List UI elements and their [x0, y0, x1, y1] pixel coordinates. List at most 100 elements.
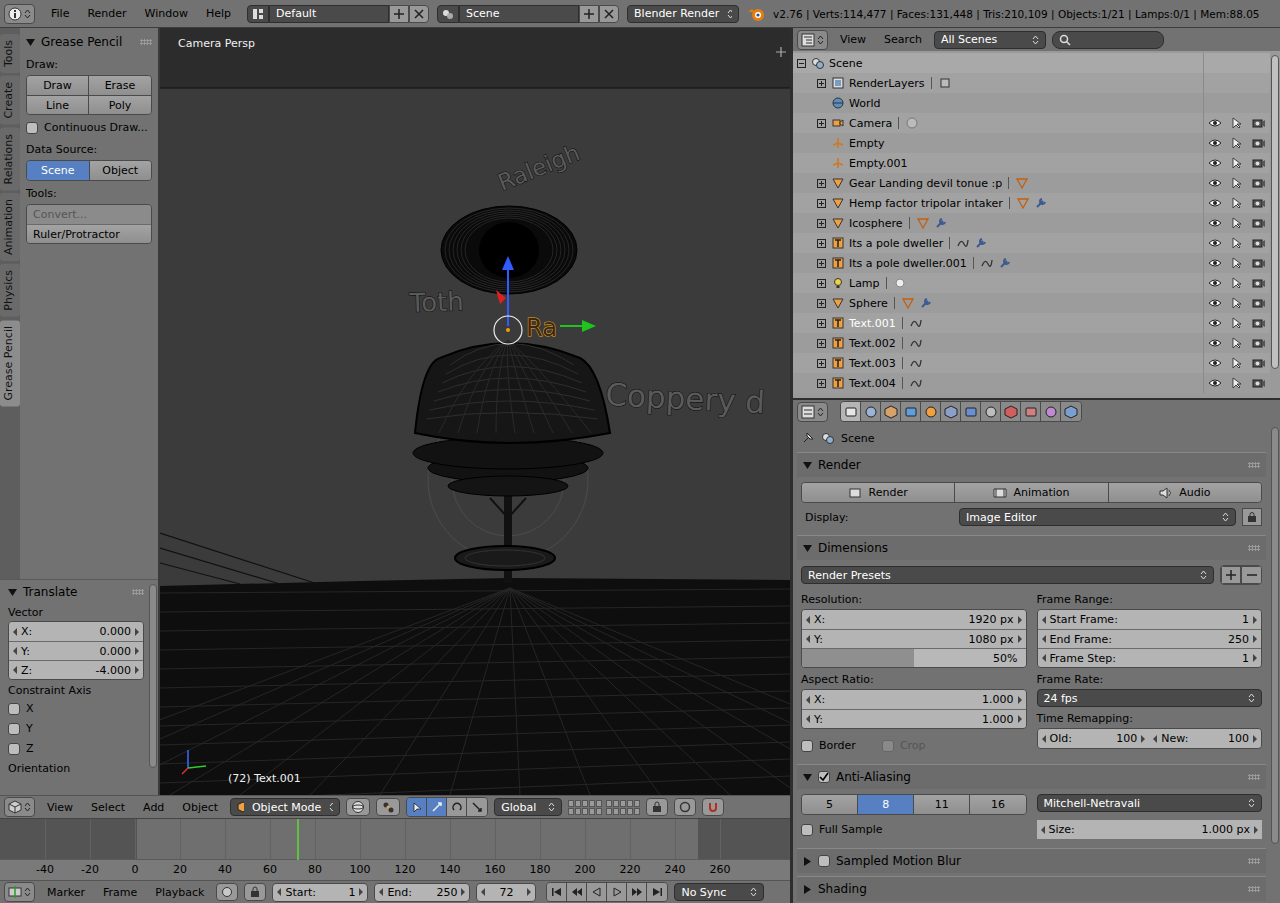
manipulator-toggle[interactable]	[447, 798, 467, 816]
camera-render-icon[interactable]	[1252, 277, 1266, 289]
tool-tab[interactable]: Animation	[0, 193, 20, 261]
play-reverse-button[interactable]	[587, 883, 607, 901]
layer-cell[interactable]	[634, 808, 640, 815]
layout-name-field[interactable]: Default	[269, 5, 389, 23]
menu-item[interactable]: Render	[79, 5, 134, 22]
editor-type-button[interactable]	[797, 402, 828, 422]
continuous-draw-checkbox[interactable]: Continuous Draw...	[26, 118, 152, 137]
object-data-icon[interactable]	[956, 236, 970, 250]
outliner-item-name[interactable]: Text.001	[849, 317, 896, 330]
sample-option[interactable]: 16	[970, 795, 1025, 814]
menu-item[interactable]: Marker	[41, 884, 91, 901]
playhead[interactable]	[297, 819, 299, 860]
layer-cell[interactable]	[582, 808, 588, 815]
camera-render-icon[interactable]	[1252, 357, 1266, 369]
eye-icon[interactable]	[1208, 277, 1222, 289]
cursor-icon[interactable]	[1231, 297, 1243, 309]
wrench-icon[interactable]	[934, 216, 948, 230]
frame-range-field[interactable]: Frame Step:1	[1038, 648, 1262, 667]
eye-icon[interactable]	[1208, 217, 1222, 229]
render-preview-button[interactable]	[674, 798, 696, 816]
scrollbar[interactable]	[1270, 423, 1280, 903]
outliner-search-field[interactable]	[1052, 31, 1164, 49]
scrollbar[interactable]	[1270, 51, 1280, 398]
cursor-icon[interactable]	[1231, 257, 1243, 269]
outliner-item-name[interactable]: Its a pole dweller	[849, 237, 943, 250]
object-data-icon[interactable]	[909, 376, 923, 390]
layer-cell[interactable]	[568, 808, 574, 815]
next-keyframe-button[interactable]	[627, 883, 647, 901]
outliner-row[interactable]: Empty	[793, 133, 1270, 153]
menu-item[interactable]: View	[834, 31, 872, 48]
draw-button[interactable]: Poly	[89, 95, 151, 114]
outliner-item-name[interactable]: Hemp factor tripolar intaker	[849, 197, 1003, 210]
eye-icon[interactable]	[1208, 157, 1222, 169]
outliner-item-name[interactable]: Text.002	[849, 337, 896, 350]
context-tab[interactable]	[1021, 402, 1041, 421]
object-data-icon[interactable]	[909, 336, 923, 350]
camera-render-icon[interactable]	[1252, 317, 1266, 329]
outliner-item-name[interactable]: Scene	[829, 57, 863, 70]
checkbox[interactable]	[8, 703, 20, 715]
render-button[interactable]: Audio	[1109, 483, 1261, 502]
grip-icon[interactable]	[1248, 774, 1260, 780]
editor-type-button[interactable]	[4, 4, 35, 24]
camera-render-icon[interactable]	[1252, 177, 1266, 189]
camera-render-icon[interactable]	[1252, 377, 1266, 389]
play-button[interactable]	[607, 883, 627, 901]
layer-cell[interactable]	[613, 800, 619, 807]
time-remap-field[interactable]: Old:100	[1038, 729, 1150, 748]
aspect-field[interactable]: X:1.000	[802, 690, 1026, 709]
outliner-row[interactable]: Its a pole dweller	[793, 233, 1270, 253]
grip-icon[interactable]	[1248, 886, 1260, 892]
layer-cell[interactable]	[575, 800, 581, 807]
context-tab[interactable]	[941, 402, 961, 421]
object-data-icon[interactable]	[1015, 176, 1029, 190]
viewport-canvas[interactable]: RaleighTothRaCoppery dCamera Persp(72) T…	[160, 28, 790, 795]
panel-header[interactable]: Anti-Aliasing	[797, 764, 1266, 789]
cursor-icon[interactable]	[1231, 357, 1243, 369]
context-tab[interactable]	[841, 402, 861, 421]
context-tab[interactable]	[861, 402, 881, 421]
outliner-row[interactable]: Text.004	[793, 373, 1270, 393]
remove-scene-button[interactable]	[599, 5, 619, 23]
outliner-item-name[interactable]: Empty	[849, 137, 884, 150]
object-data-icon[interactable]	[909, 316, 923, 330]
cursor-icon[interactable]	[1231, 337, 1243, 349]
resolution-field[interactable]: X:1920 px	[802, 610, 1026, 629]
frame-ruler[interactable]: -40-200204060801001201401601802002202402…	[0, 859, 790, 880]
cursor-icon[interactable]	[1231, 137, 1243, 149]
sample-option[interactable]: 8	[858, 795, 914, 814]
scene-text-object[interactable]: Raleigh	[494, 139, 583, 195]
snap-button[interactable]	[702, 798, 724, 816]
scrollbar[interactable]	[148, 580, 158, 795]
eye-icon[interactable]	[1208, 297, 1222, 309]
render-button[interactable]: Animation	[955, 483, 1108, 502]
camera-render-icon[interactable]	[1252, 157, 1266, 169]
outliner-row[interactable]: Gear Landing devil tonue :p	[793, 173, 1270, 193]
context-tab[interactable]	[881, 402, 901, 421]
draw-button[interactable]: Line	[27, 95, 89, 114]
expand-toggle[interactable]	[815, 219, 827, 228]
expand-toggle[interactable]	[815, 179, 827, 188]
data-source-option[interactable]: Scene	[27, 161, 90, 180]
layer-cell[interactable]	[627, 800, 633, 807]
sync-dropdown[interactable]: No Sync	[674, 883, 764, 901]
eye-icon[interactable]	[1208, 357, 1222, 369]
manipulator-toggle[interactable]	[407, 798, 427, 816]
remove-preset-button[interactable]	[1241, 566, 1261, 584]
resolution-percent-slider[interactable]: 50%	[802, 648, 1026, 667]
outliner-row[interactable]: Hemp factor tripolar intaker	[793, 193, 1270, 213]
outliner-row[interactable]: Empty.001	[793, 153, 1270, 173]
menu-item[interactable]: Frame	[97, 884, 143, 901]
eye-icon[interactable]	[1208, 317, 1222, 329]
draw-button[interactable]: Draw	[27, 76, 89, 95]
outliner-item-name[interactable]: World	[849, 97, 881, 110]
layout-browse-button[interactable]	[247, 5, 269, 23]
outliner-row[interactable]: Scene	[793, 53, 1270, 73]
outliner-row[interactable]: Text.001	[793, 313, 1270, 333]
outliner-row[interactable]: Icosphere	[793, 213, 1270, 233]
eye-icon[interactable]	[1208, 257, 1222, 269]
keying-lock-button[interactable]	[244, 883, 266, 901]
editor-type-button[interactable]	[4, 797, 35, 817]
